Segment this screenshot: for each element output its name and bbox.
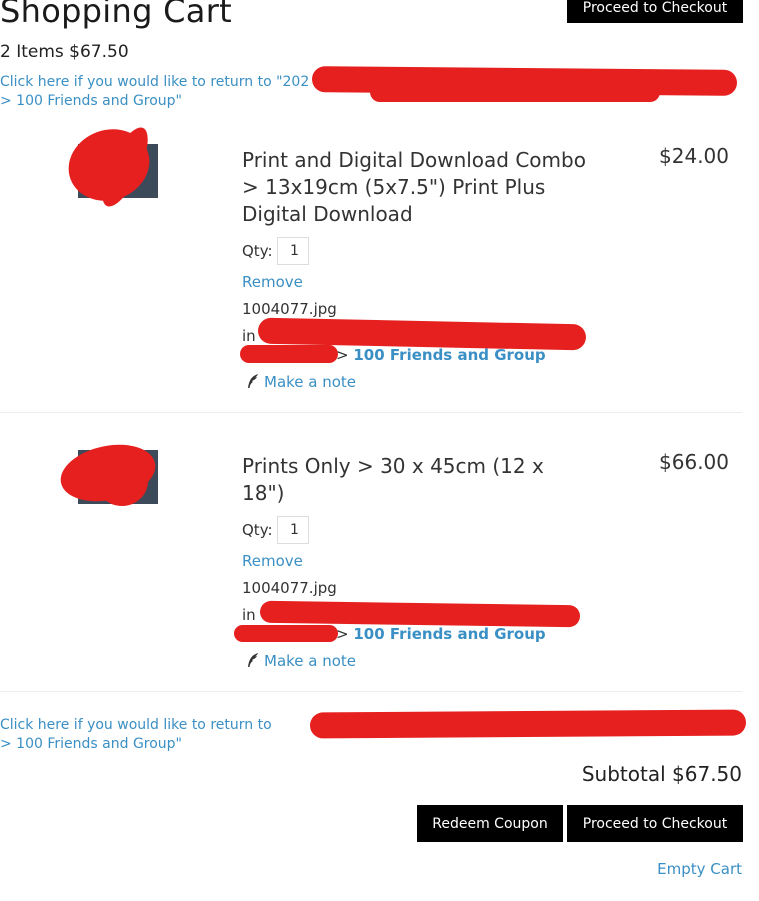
remove-item-link[interactable]: Remove: [242, 273, 303, 291]
empty-cart-link[interactable]: Empty Cart: [657, 860, 742, 878]
page-title: Shopping Cart: [0, 0, 233, 30]
redeem-coupon-button[interactable]: Redeem Coupon: [417, 805, 563, 842]
cart-subtotal: Subtotal $67.50: [581, 762, 742, 786]
gallery-link-label: 100 Friends and Group: [353, 346, 546, 364]
gallery-link-label: 100 Friends and Group: [353, 625, 546, 643]
item-filename: 1004077.jpg: [242, 300, 337, 318]
proceed-to-checkout-top-button[interactable]: Proceed to Checkout: [567, 0, 743, 23]
gallery-separator: >: [336, 625, 349, 643]
return-link-text-line2: > 100 Friends and Group": [0, 736, 182, 752]
cart-summary: 2 Items $67.50: [0, 42, 129, 62]
redaction-mark: [259, 600, 581, 628]
item-price: $66.00: [659, 450, 729, 474]
proceed-to-checkout-button[interactable]: Proceed to Checkout: [567, 805, 743, 842]
item-title: Print and Digital Download Combo > 13x19…: [242, 148, 586, 226]
return-link-text-line1: Click here if you would like to return t…: [0, 74, 310, 90]
qty-label: Qty:: [242, 521, 273, 539]
redaction-mark: [240, 345, 338, 363]
qty-label: Qty:: [242, 242, 273, 260]
return-link-text-line2: > 100 Friends and Group": [0, 93, 182, 109]
redaction-mark: [234, 625, 338, 642]
quantity-field[interactable]: 1: [277, 237, 309, 265]
make-note-label: Make a note: [264, 373, 357, 391]
remove-item-link[interactable]: Remove: [242, 552, 303, 570]
return-link-text-line1: Click here if you would like to return t…: [0, 717, 272, 733]
make-note-link[interactable]: Make a note: [246, 652, 356, 670]
quantity-field[interactable]: 1: [277, 516, 309, 544]
gallery-link[interactable]: 100 Friends and Group: [353, 625, 545, 643]
gallery-in-label: in: [242, 606, 256, 624]
item-filename: 1004077.jpg: [242, 579, 337, 597]
redaction-mark: [370, 82, 660, 102]
gallery-separator: >: [336, 346, 349, 364]
make-note-label: Make a note: [264, 652, 357, 670]
item-divider: [0, 412, 742, 413]
feather-icon: [248, 374, 258, 388]
gallery-in-label: in: [242, 327, 256, 345]
redaction-mark: [96, 456, 148, 506]
redaction-mark: [309, 709, 747, 739]
gallery-path: > 100 Friends and Group: [336, 346, 546, 364]
make-note-link[interactable]: Make a note: [246, 373, 356, 391]
item-price: $24.00: [659, 144, 729, 168]
gallery-link[interactable]: 100 Friends and Group: [353, 346, 545, 364]
item-title: Prints Only > 30 x 45cm (12 x 18"): [242, 454, 544, 505]
item-divider: [0, 691, 742, 692]
feather-icon: [248, 653, 258, 667]
gallery-path: > 100 Friends and Group: [336, 625, 546, 643]
